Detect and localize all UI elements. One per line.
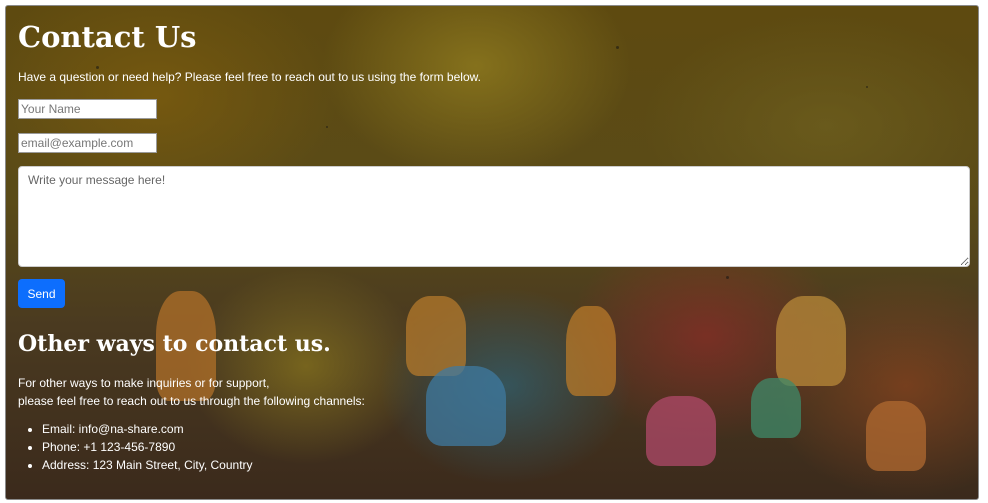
background-speckle [866, 86, 868, 88]
other-ways-line-1: For other ways to make inquiries or for … [18, 376, 270, 390]
background-hand-7 [751, 378, 801, 438]
background-hand-4 [566, 306, 616, 396]
background-speckle [616, 46, 619, 49]
name-input[interactable] [18, 99, 157, 119]
background-hand-5 [646, 396, 716, 466]
background-hand-3 [426, 366, 506, 446]
background-hand-6 [776, 296, 846, 386]
background-speckle [726, 276, 729, 279]
channel-phone: Phone: +1 123-456-7890 [42, 438, 253, 456]
channel-email: Email: info@na-share.com [42, 420, 253, 438]
contact-channels-list: Email: info@na-share.com Phone: +1 123-4… [18, 420, 253, 474]
message-textarea[interactable] [18, 166, 970, 267]
page-title: Contact Us [18, 20, 197, 54]
background-speckle [326, 126, 328, 128]
other-ways-text: For other ways to make inquiries or for … [18, 374, 365, 410]
background-hand-2 [406, 296, 466, 376]
intro-text: Have a question or need help? Please fee… [18, 70, 481, 84]
email-input[interactable] [18, 133, 157, 153]
other-ways-line-2: please feel free to reach out to us thro… [18, 394, 365, 408]
other-ways-title: Other ways to contact us. [18, 331, 331, 357]
contact-card: Contact Us Have a question or need help?… [5, 5, 979, 500]
background-hand-8 [866, 401, 926, 471]
background-speckle [96, 66, 99, 69]
channel-address: Address: 123 Main Street, City, Country [42, 456, 253, 474]
send-button[interactable]: Send [18, 279, 65, 308]
